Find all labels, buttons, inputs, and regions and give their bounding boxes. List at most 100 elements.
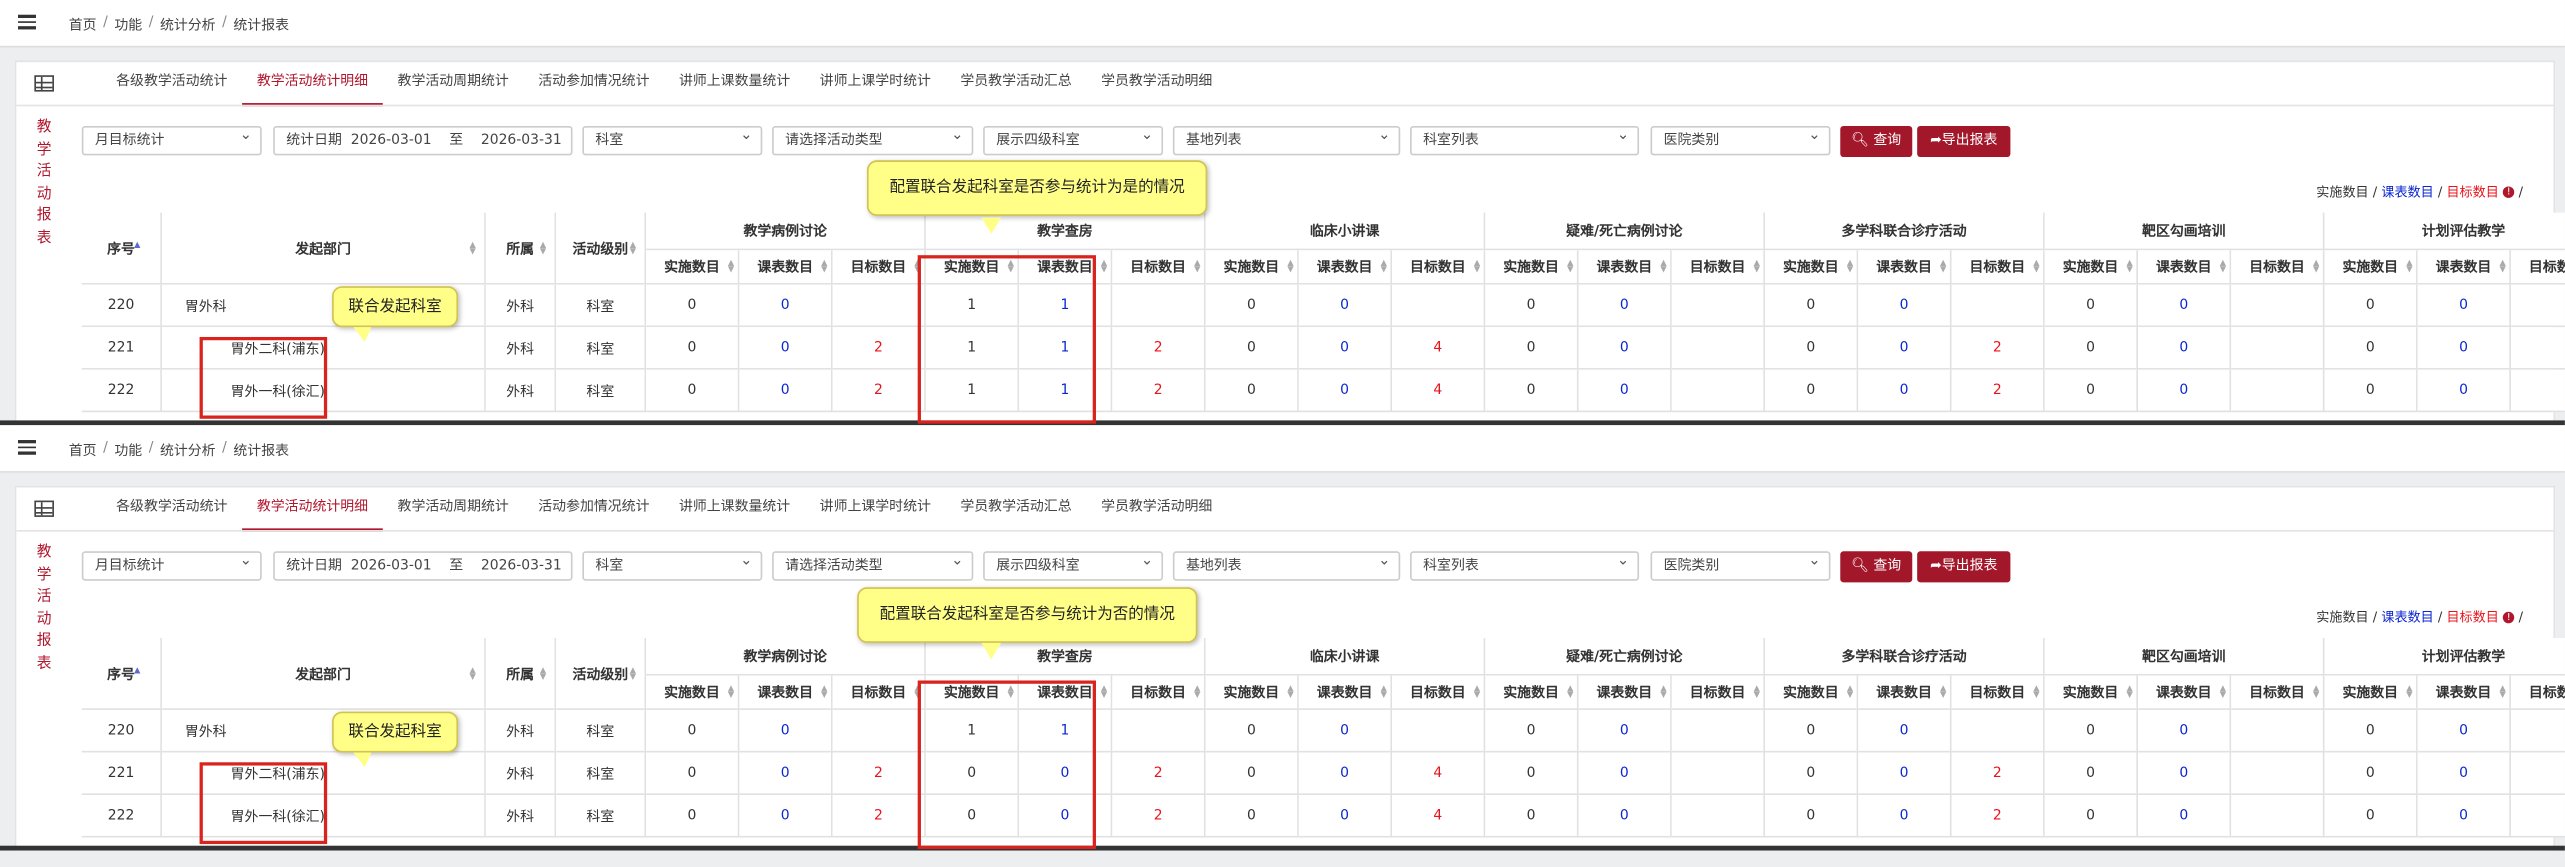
sub-header[interactable]: 课表数目 ▲ ▼ [1578, 675, 1672, 710]
sort-icon[interactable]: ▲ ▼ [469, 240, 477, 255]
plan-count[interactable]: 0 [1858, 794, 1952, 838]
sort-icon[interactable]: ▲ ▼ [2127, 259, 2135, 274]
dept-select[interactable]: 科室 [582, 123, 763, 156]
sort-icon[interactable]: ▲ ▼ [1194, 259, 1202, 274]
query-button[interactable]: 🔍︎ 查询 [1840, 551, 1913, 583]
tab-item[interactable]: 讲师上课学时统计 [805, 62, 946, 106]
activity-type-select[interactable]: 请选择活动类型 [772, 123, 974, 156]
period-select[interactable]: 月目标统计 [81, 123, 262, 156]
sort-icon[interactable]: ▲ ▼ [2033, 259, 2041, 274]
sub-header[interactable]: 课表数目 ▲ ▼ [1298, 675, 1393, 710]
sort-icon[interactable]: ▲ ▼ [540, 666, 548, 681]
sub-header[interactable]: 目标数目▲▼ [1112, 675, 1206, 710]
sub-header[interactable]: 实施数目 ▲ ▼ [1205, 250, 1299, 285]
column-header-dept[interactable]: 发起部门 ▲ ▼ [161, 637, 486, 710]
sub-header[interactable]: 课表数目 ▲ ▼ [2137, 250, 2232, 285]
sub-header[interactable]: 实施数目 ▲ ▼ [1765, 250, 1859, 285]
sort-icon[interactable]: ▲ ▼ [2127, 685, 2135, 700]
sub-header[interactable]: 课表数目 ▲ ▼ [1858, 675, 1952, 710]
plan-count[interactable]: 0 [739, 794, 833, 838]
tab-item[interactable]: 教学活动统计明细 [242, 487, 383, 532]
tab-item[interactable]: 教学活动周期统计 [383, 62, 524, 106]
sort-icon[interactable]: ▲ ▼ [630, 666, 638, 681]
plan-count[interactable]: 0 [739, 752, 833, 795]
sort-icon[interactable]: ▲ [134, 666, 142, 674]
date-end[interactable]: 2026-03-31 [481, 558, 562, 574]
sort-icon[interactable]: ▲ [134, 240, 142, 248]
plan-count[interactable]: 0 [1298, 284, 1393, 328]
sort-icon[interactable]: ▲ ▼ [1754, 685, 1762, 700]
sort-icon[interactable]: ▲ ▼ [2220, 259, 2228, 274]
sort-icon[interactable]: ▲ ▼ [2313, 685, 2321, 700]
plan-count[interactable]: 0 [2417, 709, 2511, 753]
plan-count[interactable]: 0 [1578, 327, 1672, 370]
sort-icon[interactable]: ▲ ▼ [1287, 259, 1295, 274]
sub-header[interactable]: 目标数目▲▼ [2231, 675, 2325, 710]
hospital-type-select[interactable]: 医院类别 [1650, 548, 1831, 581]
column-header-level[interactable]: 活动级别 ▲ ▼ [556, 212, 647, 285]
sub-header[interactable]: 课表数目 ▲ ▼ [1578, 250, 1672, 285]
hospital-type-select[interactable]: 医院类别 [1650, 123, 1831, 156]
plan-count[interactable]: 0 [1578, 369, 1672, 413]
show-level-select[interactable]: 展示四级科室 [983, 123, 1164, 156]
info-icon[interactable]: ! [2502, 611, 2515, 624]
plan-count[interactable]: 0 [2137, 752, 2232, 795]
sub-header[interactable]: 目标数目▲▼ [832, 250, 926, 285]
sort-icon[interactable]: ▲ ▼ [728, 259, 736, 274]
tab-item[interactable]: 学员教学活动汇总 [946, 487, 1087, 531]
base-list-select[interactable]: 基地列表 [1172, 123, 1401, 156]
sub-header[interactable]: 实施数目 ▲ ▼ [2044, 675, 2138, 710]
info-icon[interactable]: ! [2502, 186, 2515, 198]
tab-item[interactable]: 活动参加情况统计 [524, 62, 665, 106]
sort-icon[interactable]: ▲ ▼ [2220, 685, 2228, 700]
tab-item[interactable]: 教学活动统计明细 [242, 62, 383, 107]
sub-header[interactable]: 实施数目 ▲ ▼ [1205, 675, 1299, 710]
breadcrumb-item[interactable]: 首页 [69, 440, 97, 459]
plan-count[interactable]: 0 [739, 369, 833, 413]
sub-header[interactable]: 实施数目 ▲ ▼ [2324, 675, 2418, 710]
sub-header[interactable]: 课表数目 ▲ ▼ [2417, 250, 2511, 285]
plan-count[interactable]: 0 [2137, 327, 2232, 370]
plan-count[interactable]: 0 [1298, 709, 1393, 753]
column-header-belong[interactable]: 所属 ▲ ▼ [485, 212, 557, 285]
tab-item[interactable]: 讲师上课学时统计 [805, 487, 946, 531]
sort-icon[interactable]: ▲ ▼ [1101, 685, 1109, 700]
breadcrumb-item[interactable]: 功能 [114, 440, 142, 459]
sort-icon[interactable]: ▲ ▼ [1660, 259, 1668, 274]
sort-icon[interactable]: ▲ ▼ [1381, 685, 1389, 700]
sort-icon[interactable]: ▲ ▼ [1940, 685, 1948, 700]
sort-icon[interactable]: ▲ ▼ [2313, 259, 2321, 274]
sort-icon[interactable]: ▲ ▼ [1101, 259, 1109, 274]
tab-item[interactable]: 学员教学活动明细 [1086, 62, 1227, 106]
sort-icon[interactable]: ▲ ▼ [2406, 685, 2414, 700]
plan-count[interactable]: 0 [1298, 794, 1393, 838]
tab-item[interactable]: 各级教学活动统计 [101, 487, 242, 531]
tab-item[interactable]: 学员教学活动明细 [1086, 487, 1227, 531]
export-button[interactable]: ➦导出报表 [1917, 551, 2011, 583]
sub-header[interactable]: 课表数目 ▲ ▼ [2417, 675, 2511, 710]
sort-icon[interactable]: ▲ ▼ [540, 240, 548, 255]
sub-header[interactable]: 目标数目▲▼ [1951, 250, 2045, 285]
sort-icon[interactable]: ▲ ▼ [1567, 685, 1575, 700]
sort-icon[interactable]: ▲ ▼ [630, 240, 638, 255]
plan-count[interactable]: 0 [739, 284, 833, 328]
date-start[interactable]: 2026-03-01 [351, 132, 432, 148]
dept-list-select[interactable]: 科室列表 [1410, 548, 1640, 581]
sort-icon[interactable]: ▲ ▼ [1194, 685, 1202, 700]
sort-icon[interactable]: ▲ ▼ [2406, 259, 2414, 274]
sub-header[interactable]: 目标数目▲▼ [2510, 675, 2565, 710]
plan-count[interactable]: 0 [2137, 369, 2232, 413]
base-list-select[interactable]: 基地列表 [1172, 548, 1401, 581]
plan-count[interactable]: 0 [1578, 709, 1672, 753]
sub-header[interactable]: 课表数目 ▲ ▼ [739, 675, 833, 710]
tab-item[interactable]: 讲师上课数量统计 [664, 62, 805, 106]
sub-header[interactable]: 课表数目 ▲ ▼ [2137, 675, 2232, 710]
period-select[interactable]: 月目标统计 [81, 548, 262, 581]
sub-header[interactable]: 目标数目▲▼ [2510, 250, 2565, 285]
sub-header[interactable]: 实施数目 ▲ ▼ [1765, 675, 1859, 710]
sort-icon[interactable]: ▲ ▼ [1847, 259, 1855, 274]
sub-header[interactable]: 实施数目 ▲ ▼ [1485, 675, 1579, 710]
plan-count[interactable]: 0 [1298, 369, 1393, 413]
date-start[interactable]: 2026-03-01 [351, 558, 432, 574]
plan-count[interactable]: 0 [1858, 327, 1952, 370]
